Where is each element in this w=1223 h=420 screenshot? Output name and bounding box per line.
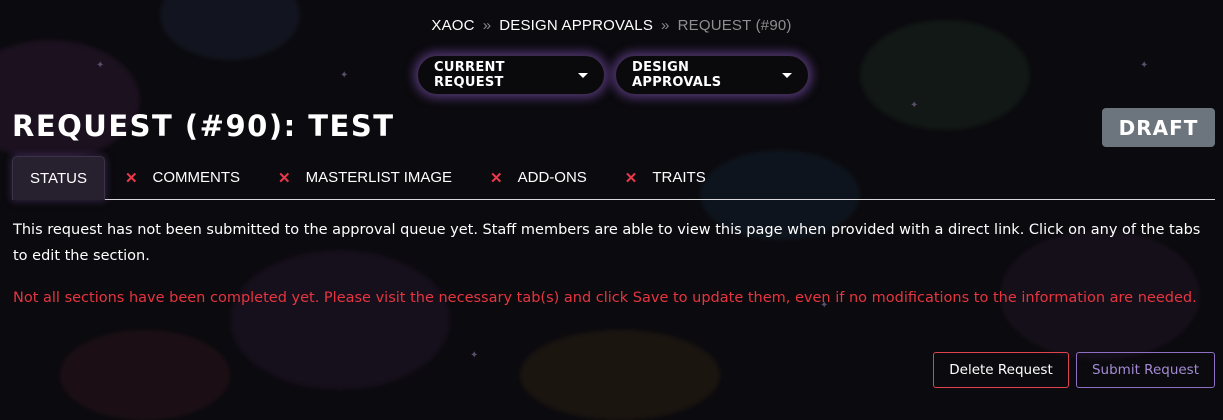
background-shape	[60, 330, 230, 420]
tab-label: COMMENTS	[152, 169, 241, 186]
background-shape	[230, 250, 450, 390]
tab-label: MASTERLIST IMAGE	[305, 169, 453, 186]
caret-down-icon	[578, 73, 588, 78]
tab-masterlist-image[interactable]: ✕ MASTERLIST IMAGE	[260, 156, 470, 199]
x-icon: ✕	[278, 169, 291, 187]
delete-request-button[interactable]: Delete Request	[933, 352, 1069, 388]
sparkle-icon: ✦	[96, 60, 105, 71]
breadcrumb-link-home[interactable]: XAOC	[431, 17, 474, 34]
tab-add-ons[interactable]: ✕ ADD-ONS	[472, 156, 605, 199]
info-message: This request has not been submitted to t…	[13, 222, 1201, 264]
tab-label: ADD-ONS	[517, 169, 587, 186]
sparkle-icon: ✦	[470, 350, 479, 361]
current-request-dropdown[interactable]: CURRENT REQUEST	[417, 55, 605, 95]
breadcrumb-separator: »	[482, 17, 492, 34]
current-request-label: CURRENT REQUEST	[434, 60, 505, 90]
tab-bar: STATUS ✕ COMMENTS ✕ MASTERLIST IMAGE ✕ A…	[12, 156, 1215, 200]
tab-label: STATUS	[30, 170, 87, 187]
sparkle-icon: ✦	[910, 100, 919, 111]
submit-request-button[interactable]: Submit Request	[1076, 352, 1215, 388]
breadcrumb-link-design-approvals[interactable]: DESIGN APPROVALS	[499, 17, 653, 34]
design-approvals-label: DESIGN APPROVALS	[632, 60, 722, 90]
sparkle-icon: ✦	[340, 70, 349, 81]
background-shape	[860, 20, 1030, 130]
warning-message: Not all sections have been completed yet…	[13, 290, 1197, 306]
tab-label: TRAITS	[652, 169, 706, 186]
tab-comments[interactable]: ✕ COMMENTS	[107, 156, 258, 199]
breadcrumb-separator: »	[661, 17, 670, 34]
x-icon: ✕	[124, 169, 138, 187]
tab-traits[interactable]: ✕ TRAITS	[607, 156, 724, 199]
x-icon: ✕	[490, 169, 503, 187]
breadcrumb: XAOC » DESIGN APPROVALS » REQUEST (#90)	[0, 17, 1223, 34]
tab-status[interactable]: STATUS	[12, 156, 105, 200]
sparkle-icon: ✦	[1140, 60, 1149, 71]
dropdown-nav: CURRENT REQUEST DESIGN APPROVALS	[417, 55, 809, 95]
breadcrumb-current: REQUEST (#90)	[677, 17, 792, 34]
caret-down-icon	[782, 73, 792, 78]
design-approvals-dropdown[interactable]: DESIGN APPROVALS	[615, 55, 809, 95]
page-title: REQUEST (#90): TEST	[12, 109, 395, 143]
status-badge: DRAFT	[1102, 108, 1215, 147]
background-shape	[520, 330, 720, 420]
x-icon: ✕	[624, 169, 638, 187]
